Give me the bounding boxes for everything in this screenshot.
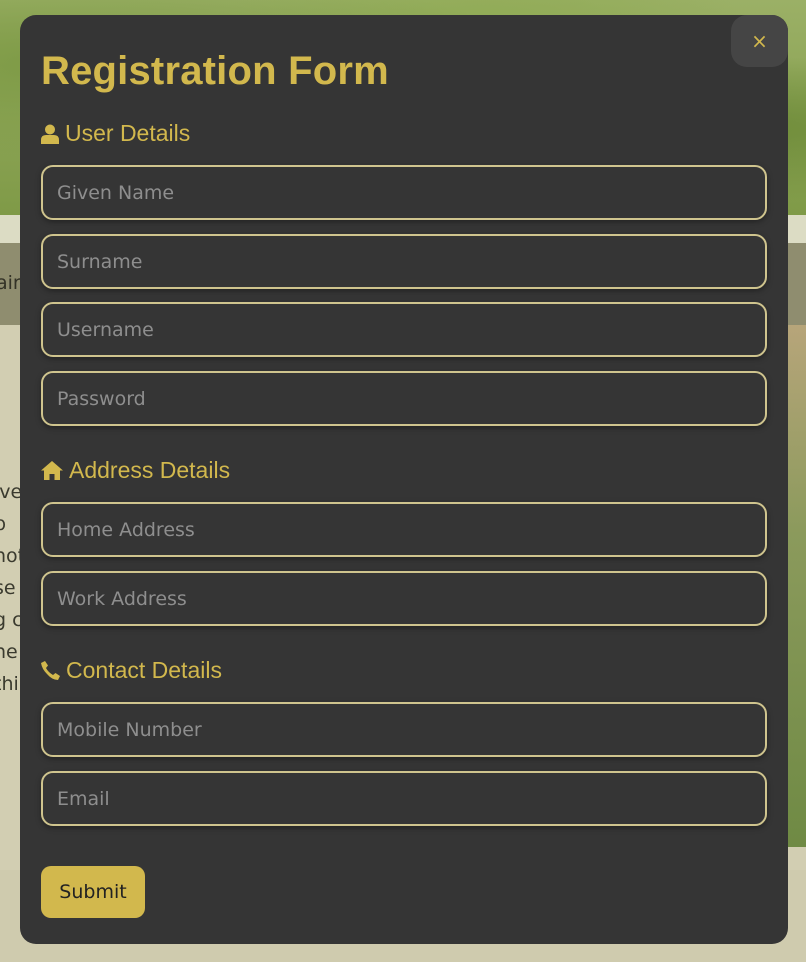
home-address-input[interactable]: [41, 502, 767, 557]
close-button[interactable]: ×: [731, 15, 788, 67]
modal-title: Registration Form: [41, 49, 389, 93]
contact-details-label: Contact Details: [66, 657, 222, 683]
user-details-heading: User Details: [41, 120, 190, 147]
mobile-number-input[interactable]: [41, 702, 767, 757]
email-input[interactable]: [41, 771, 767, 826]
user-details-label: User Details: [65, 120, 191, 146]
username-input[interactable]: [41, 302, 767, 357]
submit-button[interactable]: Submit: [41, 866, 145, 918]
given-name-input[interactable]: [41, 165, 767, 220]
phone-icon: [41, 661, 60, 680]
home-icon: [41, 461, 63, 480]
surname-input[interactable]: [41, 234, 767, 289]
address-details-label: Address Details: [69, 457, 231, 483]
address-details-heading: Address Details: [41, 457, 230, 484]
close-icon: ×: [751, 29, 768, 53]
registration-modal: Registration Form × User Details Address…: [20, 15, 788, 944]
work-address-input[interactable]: [41, 571, 767, 626]
password-input[interactable]: [41, 371, 767, 426]
contact-details-heading: Contact Details: [41, 657, 222, 684]
user-icon: [41, 124, 59, 144]
